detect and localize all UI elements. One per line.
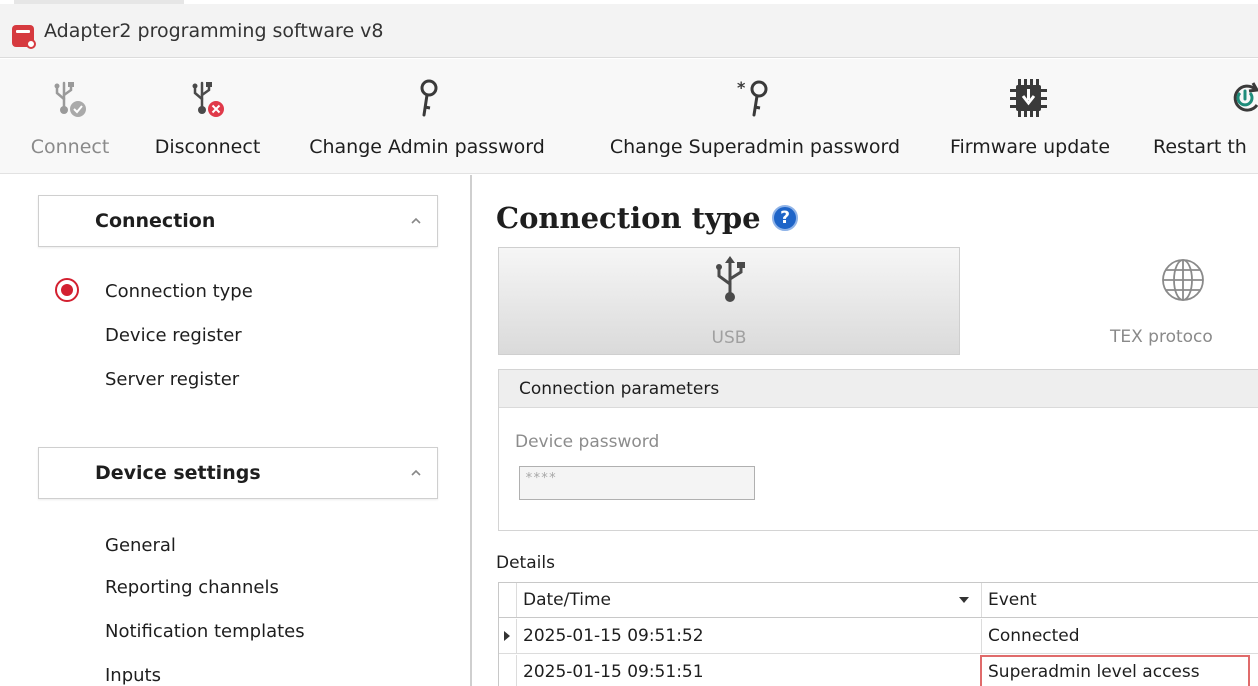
chevron-up-icon [411, 469, 421, 476]
main-panel: Connection type ? USB TEX protoco Connec… [472, 175, 1258, 686]
parameters-header-label: Connection parameters [519, 379, 720, 399]
sidebar: Connection Connection type Device regist… [0, 175, 465, 686]
group-header-connection[interactable]: Connection [38, 195, 438, 247]
app-logo-icon [12, 25, 36, 49]
table-row[interactable]: 2025-01-15 09:51:51 Superadmin level acc… [499, 655, 1258, 686]
parameters-header: Connection parameters [499, 370, 1258, 408]
page-title: Connection type [496, 201, 761, 235]
help-icon[interactable]: ? [772, 205, 798, 231]
globe-icon [1162, 259, 1204, 301]
disconnect-button[interactable]: Disconnect [140, 59, 275, 174]
column-header-datetime-label: Date/Time [523, 590, 611, 610]
change-superadmin-password-button[interactable]: * Change Superadmin password [585, 59, 925, 174]
sidebar-item-general[interactable]: General [105, 535, 176, 556]
top-strip-tab [14, 0, 184, 4]
connect-button-label: Connect [30, 136, 110, 158]
group-header-device-settings[interactable]: Device settings [38, 447, 438, 499]
connection-tile-usb[interactable]: USB [498, 247, 960, 355]
highlight-box [980, 655, 1250, 686]
tile-label-tex: TEX protoco [1110, 327, 1213, 347]
group-title: Connection [95, 210, 216, 232]
chip-download-icon [1010, 79, 1047, 117]
details-label: Details [496, 553, 555, 573]
sidebar-item-device-register[interactable]: Device register [105, 325, 242, 346]
key-star-icon: * [737, 78, 768, 117]
row-indicator-cell [499, 655, 517, 686]
datetime-cell: 2025-01-15 09:51:51 [523, 662, 704, 682]
title-bar: Adapter2 programming software v8 [0, 0, 1258, 58]
sidebar-item-notification-templates[interactable]: Notification templates [105, 621, 305, 642]
change-admin-password-label: Change Admin password [309, 136, 545, 158]
firmware-update-label: Firmware update [949, 136, 1111, 158]
device-password-field[interactable]: **** [519, 466, 755, 500]
sidebar-item-connection-type[interactable]: Connection type [105, 281, 253, 302]
disconnect-button-label: Disconnect [154, 136, 261, 158]
datetime-cell: 2025-01-15 09:51:52 [523, 626, 704, 646]
restart-button-label: Restart th [1153, 136, 1247, 158]
sidebar-item-inputs[interactable]: Inputs [105, 665, 161, 686]
window-title: Adapter2 programming software v8 [44, 20, 384, 42]
details-table: Date/Time Event 2025-01-15 09:51:52 Conn… [498, 582, 1258, 686]
firmware-update-button[interactable]: Firmware update [940, 59, 1120, 174]
row-indicator-cell [499, 583, 517, 617]
tile-label-usb: USB [711, 328, 747, 348]
app-logo-stripe [16, 30, 30, 33]
connect-button[interactable]: Connect [20, 59, 120, 174]
row-indicator-cell [499, 619, 517, 653]
usb-disconnect-icon [192, 81, 224, 117]
event-cell: Connected [981, 619, 1258, 653]
restart-button[interactable]: Restart th [1145, 59, 1258, 174]
change-superadmin-password-label: Change Superadmin password [609, 136, 901, 158]
sort-descending-icon[interactable] [959, 597, 969, 603]
key-icon [420, 79, 438, 117]
table-row[interactable]: 2025-01-15 09:51:52 Connected [499, 619, 1258, 654]
table-header-row: Date/Time Event [499, 583, 1258, 618]
selected-radio-icon [55, 278, 79, 302]
group-title: Device settings [95, 462, 261, 484]
usb-icon [716, 256, 745, 302]
top-strip [0, 0, 1258, 4]
sidebar-item-server-register[interactable]: Server register [105, 369, 239, 390]
app-logo-dot [26, 39, 36, 49]
current-row-icon [504, 631, 510, 641]
device-password-label: Device password [515, 432, 660, 452]
usb-check-icon [54, 81, 86, 117]
svg-text:*: * [737, 78, 746, 97]
connection-tile-tex-protocol[interactable]: TEX protoco [960, 247, 1258, 355]
connection-parameters-panel: Connection parameters Device password **… [498, 369, 1258, 531]
sidebar-item-reporting-channels[interactable]: Reporting channels [105, 577, 279, 598]
chevron-up-icon [411, 217, 421, 224]
restart-power-icon [1233, 82, 1258, 112]
change-admin-password-button[interactable]: Change Admin password [292, 59, 562, 174]
column-header-event[interactable]: Event [981, 583, 1258, 617]
column-header-datetime[interactable]: Date/Time [523, 583, 981, 617]
toolbar: Connect Disconnect Change Admin password… [0, 59, 1258, 174]
